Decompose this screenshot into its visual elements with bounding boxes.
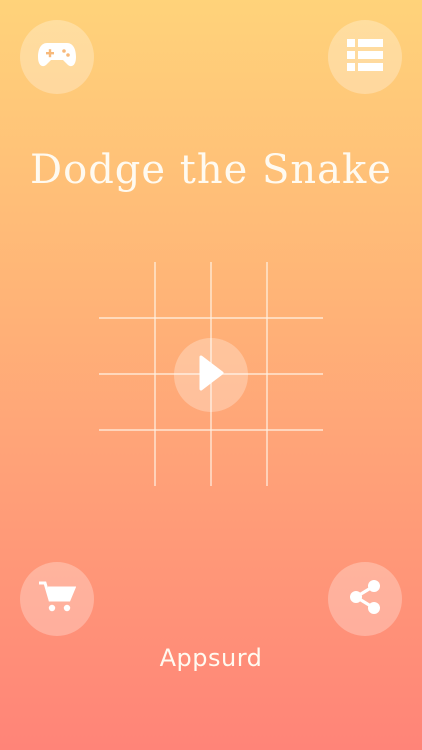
shop-button[interactable]	[20, 562, 94, 636]
share-button[interactable]	[328, 562, 402, 636]
play-icon	[196, 354, 226, 396]
developer-brand: Appsurd	[159, 644, 263, 672]
cart-icon	[38, 580, 77, 618]
play-button[interactable]	[174, 338, 248, 412]
share-icon	[347, 579, 383, 619]
